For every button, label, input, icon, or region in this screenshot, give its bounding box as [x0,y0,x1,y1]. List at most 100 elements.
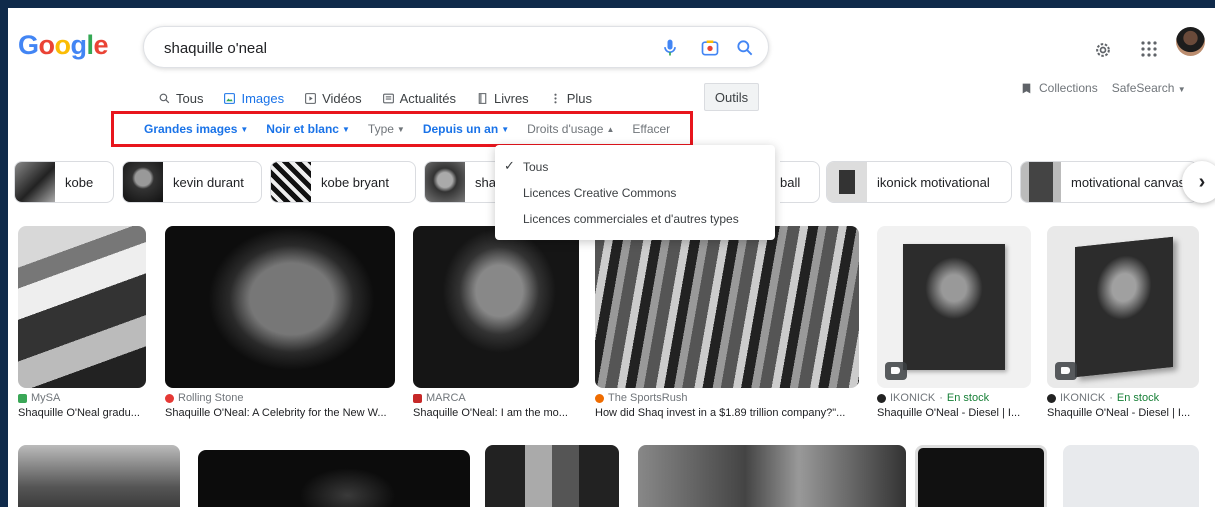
result-image[interactable] [413,226,579,388]
tab-label: Tous [176,90,204,106]
search-box[interactable] [143,26,769,68]
tab-images[interactable]: Images [223,88,284,108]
safesearch-menu[interactable]: SafeSearch ▼ [1112,81,1186,95]
play-icon [305,92,317,104]
result-image[interactable] [1063,445,1199,507]
favicon-icon [877,393,886,403]
chip-kobe[interactable]: kobe [14,161,114,203]
source-label: MySA [31,392,61,404]
result-card[interactable]: The SportsRush How did Shaq invest in a … [595,226,867,438]
tab-label: Vidéos [322,90,362,106]
tools-button[interactable]: Outils [704,83,759,111]
filter-label: Droits d'usage [527,122,604,136]
tab-plus[interactable]: Plus [549,88,592,108]
result-title[interactable]: Shaquille O'Neal - Diesel | I... [1047,407,1197,419]
tab-label: Plus [566,90,592,106]
search-tabs: Tous Images Vidéos Actualités Livres Plu… [158,88,592,108]
usage-rights-menu: ✓ Tous Licences Creative Commons Licence… [495,145,775,240]
gear-icon[interactable] [1093,40,1113,60]
result-title[interactable]: Shaquille O'Neal: A Celebrity for the Ne… [165,407,403,419]
google-logo[interactable]: Google [18,30,109,61]
result-card[interactable]: IKONICK · En stock Shaquille O'Neal - Di… [1047,226,1205,438]
tab-tous[interactable]: Tous [158,88,203,108]
tab-videos[interactable]: Vidéos [304,88,362,108]
filter-label: Grandes images [144,122,238,136]
result-image[interactable] [1047,226,1199,388]
result-source: IKONICK · En stock [1047,392,1159,404]
menu-item-tous[interactable]: ✓ Tous [495,154,775,180]
menu-item-label: Licences commerciales et d'autres types [523,212,739,226]
stock-badge: En stock [1116,392,1160,404]
chevron-down-icon: ▼ [1177,85,1186,94]
check-icon: ✓ [504,158,515,173]
collections-area: Collections SafeSearch ▼ [1020,81,1186,95]
filter-color[interactable]: Noir et blanc ▼ [266,122,350,136]
chip-label: ikonick motivational [877,174,990,190]
filter-usage-rights[interactable]: Droits d'usage ▲ [527,122,614,136]
result-title[interactable]: Shaquille O'Neal: I am the mo... [413,407,579,419]
result-title[interactable]: Shaquille O'Neal gradu... [18,407,150,419]
chevron-down-icon: ▼ [396,124,405,134]
tab-actualites[interactable]: Actualités [382,88,456,108]
result-image[interactable] [877,226,1031,388]
search-icon[interactable] [735,38,755,58]
result-image[interactable] [595,226,859,388]
menu-item-creative-commons[interactable]: Licences Creative Commons [495,180,775,206]
result-card[interactable]: MySA Shaquille O'Neal gradu... [18,226,150,438]
result-card[interactable]: MARCA Shaquille O'Neal: I am the mo... [413,226,579,438]
filter-type[interactable]: Type ▼ [368,122,405,136]
chip-basketball[interactable]: ball [780,161,820,203]
result-image[interactable] [638,445,906,507]
collections-link[interactable]: Collections [1039,81,1098,95]
result-image[interactable] [198,450,470,507]
images-icon [224,92,236,104]
tab-label: Livres [494,90,529,106]
chip-kevin-durant[interactable]: kevin durant [122,161,262,203]
result-image[interactable] [915,445,1047,507]
price-tag-icon [885,362,907,380]
chip-label: motivational canvas [1071,174,1186,190]
result-title[interactable]: How did Shaq invest in a $1.89 trillion … [595,407,861,419]
filter-time[interactable]: Depuis un an ▼ [423,122,509,136]
result-card[interactable]: Rolling Stone Shaquille O'Neal: A Celebr… [165,226,403,438]
chevron-right-icon[interactable]: › [1182,161,1215,203]
filter-size[interactable]: Grandes images ▼ [144,122,248,136]
menu-item-commercial[interactable]: Licences commerciales et d'autres types [495,206,775,232]
chip-thumbnail [425,162,465,202]
lens-icon[interactable] [700,38,720,58]
filter-label: Effacer [632,122,671,136]
canvas-print [903,244,1005,370]
filter-clear[interactable]: Effacer [632,122,670,136]
result-image[interactable] [18,445,180,507]
result-card[interactable]: IKONICK · En stock Shaquille O'Neal - Di… [877,226,1035,438]
result-image[interactable] [18,226,146,388]
chevron-up-icon: ▲ [606,124,615,134]
menu-item-label: Tous [523,160,549,174]
search-input[interactable] [164,37,634,59]
favicon-icon [18,393,27,403]
chip-shaq[interactable]: shac [424,161,504,203]
account-avatar[interactable] [1176,27,1205,56]
chip-kobe-bryant[interactable]: kobe bryant [270,161,416,203]
result-source: MARCA [413,392,466,404]
bookmark-icon [1022,83,1031,93]
menu-item-label: Licences Creative Commons [523,186,677,200]
search-icon [159,93,170,103]
tab-livres[interactable]: Livres [476,88,529,108]
news-icon [382,93,394,103]
favicon-icon [1047,393,1056,403]
chip-ikonick-motivational[interactable]: ikonick motivational [826,161,1012,203]
chip-motivational-canvas[interactable]: motivational canvas [1020,161,1198,203]
filter-label: Depuis un an [422,122,499,136]
browser-viewport: Google shaquille o'neal Tous Images Vidé… [8,8,1215,507]
result-title[interactable]: Shaquille O'Neal - Diesel | I... [877,407,1027,419]
chip-label: ball [780,174,801,190]
safesearch-label: SafeSearch [1111,81,1175,95]
chevron-down-icon: ▼ [501,124,510,134]
result-image[interactable] [165,226,395,388]
mic-icon[interactable] [660,38,680,58]
source-label: IKONICK [1060,392,1106,404]
apps-icon[interactable] [1140,40,1158,58]
source-label: Rolling Stone [178,392,244,404]
result-image[interactable] [485,445,619,507]
